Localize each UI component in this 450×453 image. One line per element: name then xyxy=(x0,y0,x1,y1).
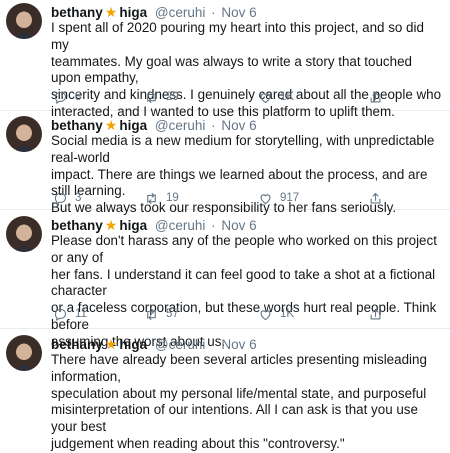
tweet-text-line: Social media is a new medium for storyte… xyxy=(51,133,435,165)
separator: · xyxy=(211,218,216,233)
tweet-header: bethany ★ higa @ceruhi · Nov 6 xyxy=(51,3,257,21)
display-name[interactable]: bethany xyxy=(51,218,103,233)
display-name-suffix[interactable]: higa xyxy=(119,218,147,233)
tweet-text-line: There have already been several articles… xyxy=(51,352,427,384)
display-name[interactable]: bethany xyxy=(51,337,103,352)
retweet-count: 29 xyxy=(166,91,179,103)
tweet-actions: 3 19 917 xyxy=(51,189,391,207)
handle[interactable]: @ceruhi xyxy=(155,218,205,233)
separator: · xyxy=(211,5,216,20)
retweet-count: 19 xyxy=(166,192,179,204)
display-name-suffix[interactable]: higa xyxy=(119,5,147,20)
like-button[interactable]: 1K xyxy=(258,305,294,323)
retweet-count: 57 xyxy=(166,308,179,320)
handle[interactable]: @ceruhi xyxy=(155,5,205,20)
handle[interactable]: @ceruhi xyxy=(155,118,205,133)
tweet-text: There have already been several articles… xyxy=(51,352,443,453)
avatar[interactable] xyxy=(6,116,42,152)
tweet-text-line: speculation about my personal life/menta… xyxy=(51,385,427,401)
retweet-icon xyxy=(147,192,156,204)
timestamp[interactable]: Nov 6 xyxy=(221,118,256,133)
tweet-header: bethany ★ higa @ceruhi · Nov 6 xyxy=(51,335,257,353)
reply-count: 8 xyxy=(75,91,82,103)
tweet-actions: 11 57 1K xyxy=(51,305,391,323)
star-badge-icon: ★ xyxy=(104,336,118,352)
like-count: 1K xyxy=(280,308,295,320)
separator: · xyxy=(211,118,216,133)
reply-button[interactable]: 3 xyxy=(53,189,81,207)
share-icon xyxy=(370,308,381,319)
tweet-header: bethany ★ higa @ceruhi · Nov 6 xyxy=(51,216,257,234)
star-badge-icon: ★ xyxy=(104,117,118,133)
timestamp[interactable]: Nov 6 xyxy=(221,218,256,233)
reply-icon xyxy=(54,308,67,321)
tweet-text-line: her fans. I understand it can feel good … xyxy=(51,266,436,299)
avatar[interactable] xyxy=(6,335,42,371)
timestamp[interactable]: Nov 6 xyxy=(221,337,256,352)
heart-icon xyxy=(260,92,271,103)
reply-button[interactable]: 11 xyxy=(53,305,87,323)
like-button[interactable]: 917 xyxy=(258,189,299,207)
tweet[interactable]: bethany ★ higa @ceruhi · Nov 6 Social medi… xyxy=(0,113,450,215)
reply-icon xyxy=(54,91,67,104)
reply-count: 11 xyxy=(75,308,87,320)
tweet-text-line: teammates. My goal was always to write a… xyxy=(51,53,412,86)
timestamp[interactable]: Nov 6 xyxy=(221,5,256,20)
tweet-text-line: judgement when reading about this "contr… xyxy=(51,435,345,451)
share-button[interactable] xyxy=(368,189,383,207)
tweet-text-line: Please don't harass any of the people wh… xyxy=(51,233,437,265)
tweet[interactable]: bethany ★ higa @ceruhi · Nov 6 There have … xyxy=(0,332,450,451)
share-button[interactable] xyxy=(368,88,383,106)
star-badge-icon: ★ xyxy=(104,4,118,20)
heart-icon xyxy=(260,309,271,320)
tweet-text-line: I spent all of 2020 pouring my heart int… xyxy=(51,20,424,52)
retweet-icon xyxy=(147,308,156,320)
avatar[interactable] xyxy=(6,216,42,252)
tweet-header: bethany ★ higa @ceruhi · Nov 6 xyxy=(51,116,257,134)
tweet-text-line: misinterpretation of our intentions. All… xyxy=(51,402,418,435)
handle[interactable]: @ceruhi xyxy=(155,337,205,352)
like-count: 1K xyxy=(280,91,295,103)
display-name[interactable]: bethany xyxy=(51,5,103,20)
retweet-button[interactable]: 57 xyxy=(144,305,179,323)
share-button[interactable] xyxy=(368,305,383,323)
retweet-icon xyxy=(147,91,156,103)
retweet-button[interactable]: 29 xyxy=(144,88,179,106)
separator: · xyxy=(211,337,216,352)
tweet-actions: 8 29 1K xyxy=(51,88,391,106)
tweet-thread: bethany ★ higa @ceruhi · Nov 6 I spent all… xyxy=(0,0,450,451)
reply-button[interactable]: 8 xyxy=(53,88,81,106)
display-name-suffix[interactable]: higa xyxy=(119,118,147,133)
tweet[interactable]: bethany ★ higa @ceruhi · Nov 6 Please don'… xyxy=(0,213,450,349)
display-name-suffix[interactable]: higa xyxy=(119,337,147,352)
reply-icon xyxy=(54,192,67,205)
heart-icon xyxy=(260,193,271,204)
share-icon xyxy=(370,91,381,102)
avatar[interactable] xyxy=(6,3,42,39)
tweet[interactable]: bethany ★ higa @ceruhi · Nov 6 I spent all… xyxy=(0,0,450,119)
reply-count: 3 xyxy=(75,192,82,204)
share-icon xyxy=(370,192,381,203)
retweet-button[interactable]: 19 xyxy=(144,189,179,207)
like-count: 917 xyxy=(280,192,300,204)
star-badge-icon: ★ xyxy=(104,217,118,233)
like-button[interactable]: 1K xyxy=(258,88,294,106)
display-name[interactable]: bethany xyxy=(51,118,103,133)
